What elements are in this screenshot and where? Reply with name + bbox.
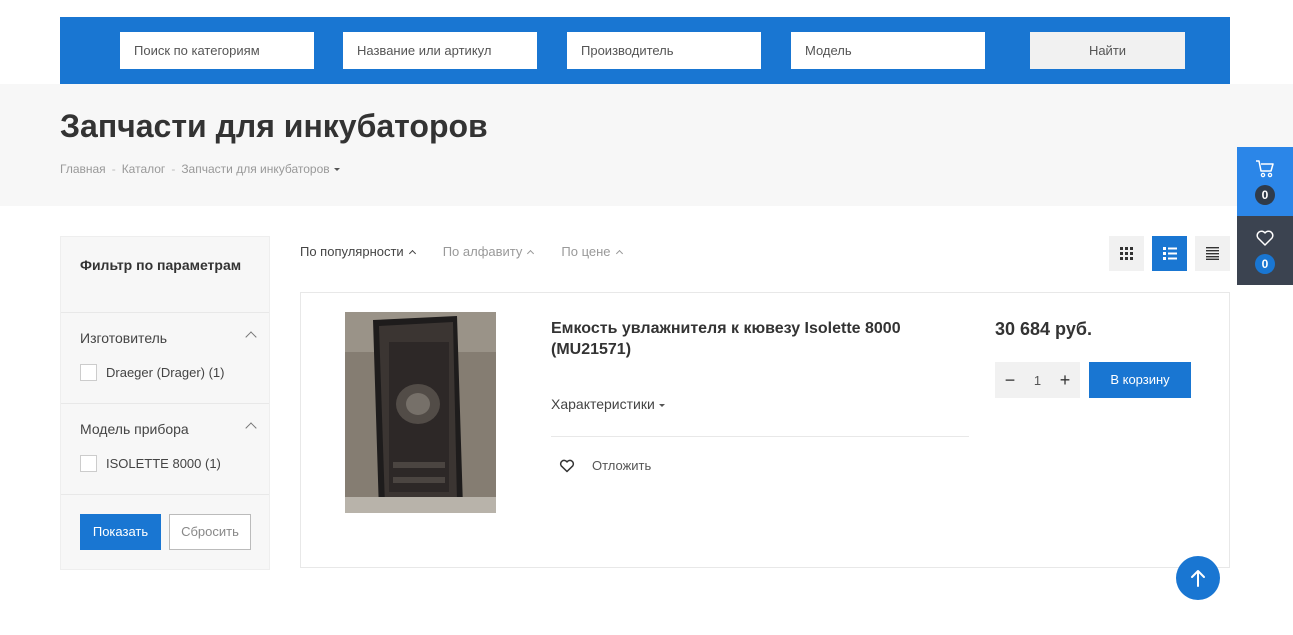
product-card: Емкость увлажнителя к кювезу Isolette 80… — [300, 292, 1230, 568]
characteristics-label: Характеристики — [551, 396, 655, 412]
characteristics-toggle[interactable]: Характеристики — [551, 396, 665, 412]
arrow-up-icon — [1191, 570, 1205, 587]
quantity-value[interactable]: 1 — [1034, 373, 1041, 388]
model-input[interactable]: Модель — [791, 32, 985, 69]
caret-down-icon — [658, 403, 665, 407]
checkbox[interactable] — [80, 364, 97, 381]
breadcrumb-separator: - — [111, 162, 116, 176]
list-icon — [1162, 247, 1177, 260]
sort-label: По алфавиту — [442, 244, 523, 259]
manufacturer-input[interactable]: Производитель — [567, 32, 761, 69]
grid-view-button[interactable] — [1109, 236, 1144, 271]
chevron-up-icon — [527, 249, 535, 257]
chevron-up-icon — [408, 249, 416, 257]
page-header: Запчасти для инкубаторов Главная - Катал… — [0, 84, 1293, 206]
heart-icon — [1256, 230, 1274, 246]
list-view-button[interactable] — [1152, 236, 1187, 271]
table-view-button[interactable] — [1195, 236, 1230, 271]
sort-by-popularity[interactable]: По популярности — [300, 244, 416, 259]
grid-icon — [1120, 247, 1133, 260]
filter-option-label: Draeger (Drager) (1) — [106, 365, 225, 380]
filter-group-device-model: Модель прибора ISOLETTE 8000 (1) — [61, 404, 269, 495]
chevron-up-icon[interactable] — [245, 331, 257, 343]
page-title: Запчасти для инкубаторов — [60, 108, 488, 144]
caret-down-icon — [333, 168, 340, 172]
filter-group-title[interactable]: Изготовитель — [80, 330, 167, 346]
product-image[interactable] — [345, 312, 496, 513]
breadcrumb-current-label: Запчасти для инкубаторов — [181, 162, 330, 176]
sort-label: По цене — [561, 244, 611, 259]
favorites-count-badge: 0 — [1255, 254, 1275, 274]
chevron-up-icon[interactable] — [245, 422, 257, 434]
sort-by-alphabet[interactable]: По алфавиту — [442, 244, 535, 259]
filter-option-label: ISOLETTE 8000 (1) — [106, 456, 221, 471]
category-search-input[interactable]: Поиск по категориям — [120, 32, 314, 69]
sort-bar: По популярности По алфавиту По цене — [300, 244, 650, 259]
plus-icon[interactable]: + — [1058, 370, 1072, 391]
show-button[interactable]: Показать — [80, 514, 161, 550]
cart-widget[interactable]: 0 — [1237, 147, 1293, 216]
cart-icon — [1256, 160, 1274, 178]
filter-group-manufacturer: Изготовитель Draeger (Drager) (1) — [61, 313, 269, 404]
filter-option[interactable]: ISOLETTE 8000 (1) — [80, 455, 221, 472]
favorites-widget[interactable]: 0 — [1237, 216, 1293, 285]
search-bar: Поиск по категориям Название или артикул… — [60, 17, 1230, 84]
divider — [551, 436, 969, 437]
filter-panel: Фильтр по параметрам Изготовитель Draege… — [60, 236, 270, 570]
breadcrumb-catalog[interactable]: Каталог — [122, 162, 166, 176]
minus-icon[interactable]: − — [1003, 370, 1017, 391]
chevron-up-icon — [615, 249, 623, 257]
table-icon — [1206, 247, 1219, 260]
breadcrumb-current[interactable]: Запчасти для инкубаторов — [181, 162, 340, 176]
filter-title: Фильтр по параметрам — [61, 237, 269, 313]
sort-by-price[interactable]: По цене — [561, 244, 623, 259]
add-to-cart-button[interactable]: В корзину — [1089, 362, 1191, 398]
search-button[interactable]: Найти — [1030, 32, 1185, 69]
checkbox[interactable] — [80, 455, 97, 472]
add-to-favorites[interactable]: Отложить — [559, 458, 651, 473]
breadcrumb: Главная - Каталог - Запчасти для инкубат… — [60, 162, 340, 176]
heart-icon — [559, 459, 575, 472]
favorite-label: Отложить — [592, 458, 652, 473]
product-title[interactable]: Емкость увлажнителя к кювезу Isolette 80… — [551, 318, 961, 360]
reset-button[interactable]: Сбросить — [169, 514, 251, 550]
product-price: 30 684 руб. — [995, 319, 1092, 339]
quantity-stepper: − 1 + — [995, 362, 1080, 398]
filter-group-title[interactable]: Модель прибора — [80, 421, 189, 437]
scroll-to-top-button[interactable] — [1176, 556, 1220, 600]
sort-label: По популярности — [300, 244, 404, 259]
breadcrumb-separator: - — [171, 162, 176, 176]
filter-option[interactable]: Draeger (Drager) (1) — [80, 364, 224, 381]
name-or-sku-input[interactable]: Название или артикул — [343, 32, 537, 69]
product-photo — [345, 312, 496, 513]
breadcrumb-home[interactable]: Главная — [60, 162, 106, 176]
cart-count-badge: 0 — [1255, 185, 1275, 205]
